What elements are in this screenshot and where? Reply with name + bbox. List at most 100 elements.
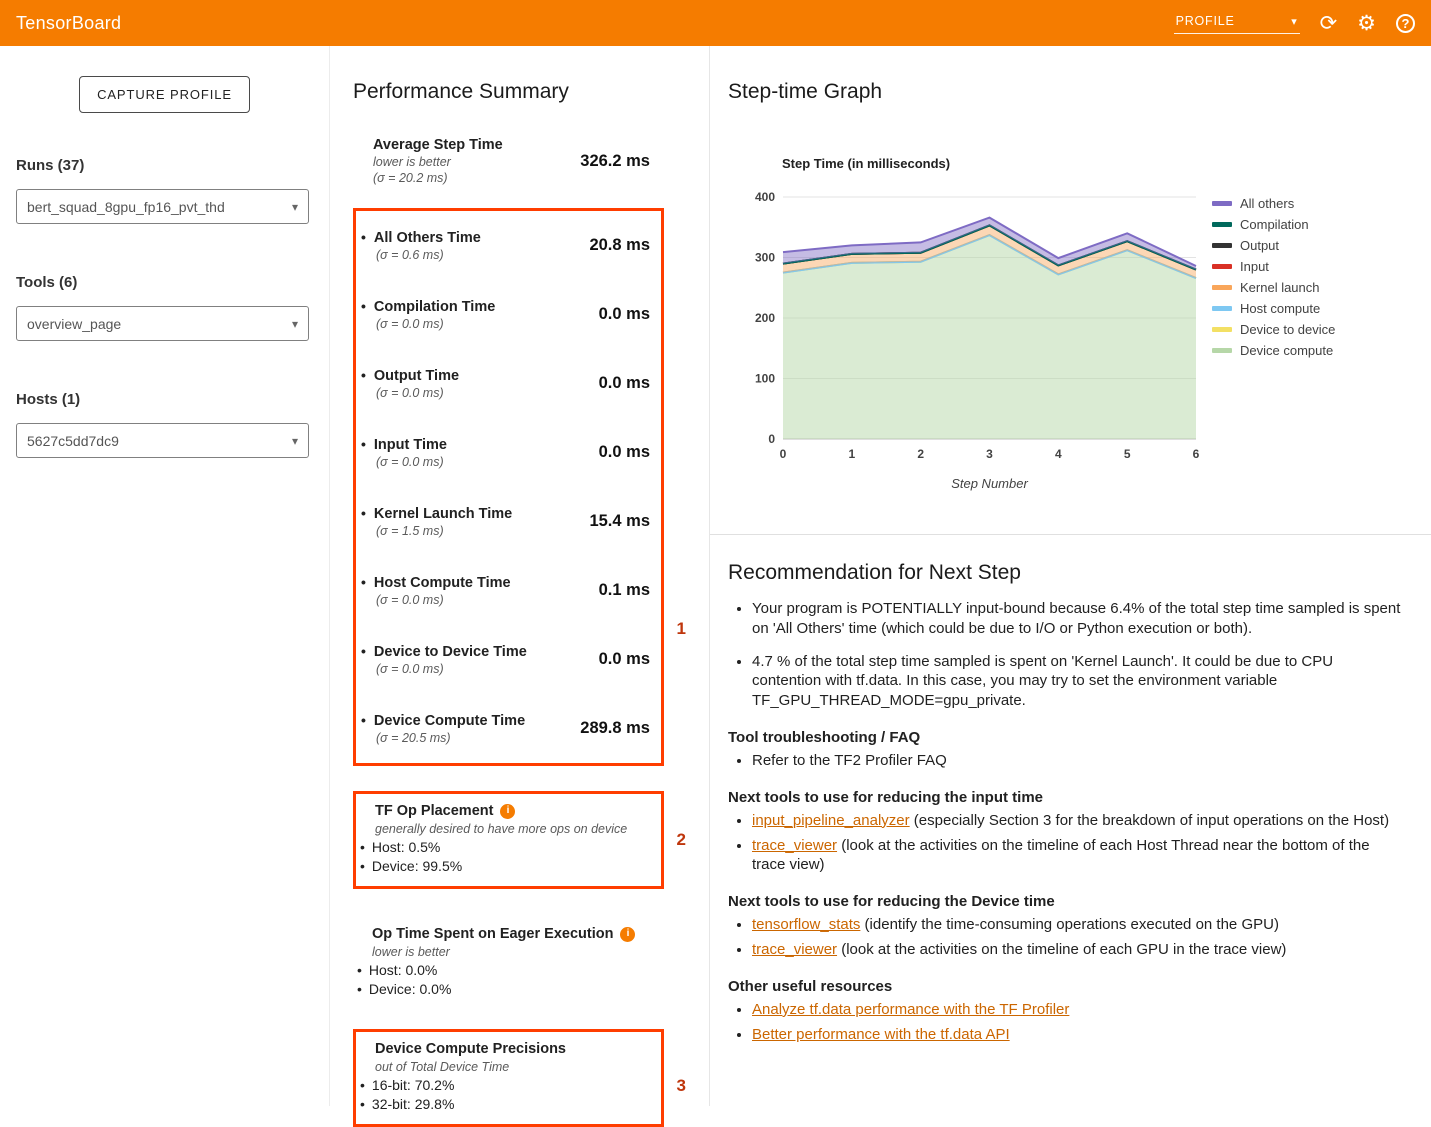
performance-summary-title: Performance Summary [353, 80, 709, 104]
tf-op-placement-title: TF Op Placement i [375, 802, 651, 820]
list-item: trace_viewer (look at the activities on … [752, 836, 1401, 876]
metric-value: 20.8 ms [589, 236, 650, 255]
metric-row: Kernel Launch Time (σ = 1.5 ms) 15.4 ms [356, 487, 661, 556]
annotation-box-2: TF Op Placement i generally desired to h… [353, 791, 664, 889]
legend-swatch [1212, 285, 1232, 290]
legend-item-kernel-launch: Kernel launch [1212, 281, 1335, 293]
metric-sigma: (σ = 20.5 ms) [376, 730, 525, 746]
metric-sigma: (σ = 0.0 ms) [376, 592, 511, 608]
recommendation-statement: Your program is POTENTIALLY input-bound … [752, 599, 1401, 639]
metric-value: 289.8 ms [580, 719, 650, 738]
svg-text:300: 300 [755, 251, 775, 265]
metric-value: 0.0 ms [599, 374, 650, 393]
info-icon[interactable]: i [500, 804, 515, 819]
dashboard-selector[interactable]: PROFILE ▾ [1174, 12, 1300, 34]
list-item: Analyze tf.data performance with the TF … [752, 1000, 1401, 1020]
metric-sigma: (σ = 1.5 ms) [376, 523, 512, 539]
metric-value: 0.0 ms [599, 443, 650, 462]
list-item: 32-bit: 29.8% [360, 1095, 651, 1114]
legend-item-input: Input [1212, 260, 1335, 272]
metric-value: 15.4 ms [589, 512, 650, 531]
metric-sigma: (σ = 0.0 ms) [376, 316, 495, 332]
stacked-area-chart[interactable]: 01002003004000123456Step Number [745, 183, 1200, 495]
legend-item-device-to-device: Device to device [1212, 323, 1335, 335]
reco-subheading-input-tools: Next tools to use for reducing the input… [728, 789, 1401, 806]
metric-name: Average Step Time [373, 136, 503, 154]
metric-name: Output Time [361, 366, 459, 385]
list-item: Device: 0.0% [357, 980, 664, 999]
runs-dropdown-value: bert_squad_8gpu_fp16_pvt_thd [27, 199, 225, 215]
input-pipeline-analyzer-link[interactable]: input_pipeline_analyzer [752, 812, 910, 829]
legend-item-all-others: All others [1212, 197, 1335, 209]
step-time-chart: 01002003004000123456Step Number All othe… [745, 183, 1431, 495]
legend-item-device-compute: Device compute [1212, 344, 1335, 356]
list-item: trace_viewer (look at the activities on … [752, 940, 1401, 960]
trace-viewer-link[interactable]: trace_viewer [752, 941, 837, 958]
legend-label: Kernel launch [1240, 280, 1320, 295]
legend-label: Device to device [1240, 322, 1335, 337]
reco-list-resources: Analyze tf.data performance with the TF … [728, 1000, 1401, 1045]
block-title-text: Op Time Spent on Eager Execution [372, 925, 613, 943]
recommendation-section: Recommendation for Next Step Your progra… [710, 561, 1431, 1044]
block-note: out of Total Device Time [375, 1059, 651, 1076]
tools-dropdown[interactable]: overview_page ▾ [16, 306, 309, 341]
svg-text:4: 4 [1055, 447, 1062, 461]
tfdata-performance-link[interactable]: Analyze tf.data performance with the TF … [752, 1001, 1069, 1018]
list-item-text: (especially Section 3 for the breakdown … [910, 812, 1389, 829]
hosts-label: Hosts (1) [16, 391, 309, 408]
reco-subheading-faq: Tool troubleshooting / FAQ [728, 729, 1401, 746]
info-icon[interactable]: i [620, 927, 635, 942]
hosts-field: Hosts (1) 5627c5dd7dc9 ▾ [16, 391, 309, 458]
metric-value: 0.0 ms [599, 650, 650, 669]
right-panel: Step-time Graph Step Time (in millisecon… [710, 46, 1431, 1106]
list-item: 16-bit: 70.2% [360, 1076, 651, 1095]
trace-viewer-link[interactable]: trace_viewer [752, 837, 837, 854]
metric-row: All Others Time (σ = 0.6 ms) 20.8 ms [356, 211, 661, 280]
legend-swatch [1212, 222, 1232, 227]
runs-label: Runs (37) [16, 157, 309, 174]
svg-text:5: 5 [1124, 447, 1131, 461]
compute-precisions-title: Device Compute Precisions [375, 1040, 651, 1058]
dashboard-selector-value: PROFILE [1176, 14, 1235, 28]
legend-label: Output [1240, 238, 1279, 253]
step-time-graph-section: Step-time Graph Step Time (in millisecon… [710, 46, 1431, 535]
runs-dropdown[interactable]: bert_squad_8gpu_fp16_pvt_thd ▾ [16, 189, 309, 224]
gear-icon[interactable]: ⚙ [1357, 13, 1376, 34]
svg-text:100: 100 [755, 372, 775, 386]
legend-swatch [1212, 306, 1232, 311]
metric-row: Output Time (σ = 0.0 ms) 0.0 ms [356, 349, 661, 418]
metric-value: 326.2 ms [580, 152, 650, 171]
block-note: lower is better [372, 944, 664, 961]
metric-name: Device Compute Time [361, 711, 525, 730]
hosts-dropdown[interactable]: 5627c5dd7dc9 ▾ [16, 423, 309, 458]
annotation-number-1: 1 [677, 619, 686, 639]
recommendation-title: Recommendation for Next Step [728, 561, 1401, 585]
legend-label: Compilation [1240, 217, 1309, 232]
metric-name: Host Compute Time [361, 573, 511, 592]
legend-label: Device compute [1240, 343, 1333, 358]
main-layout: CAPTURE PROFILE Runs (37) bert_squad_8gp… [0, 46, 1431, 1106]
legend-label: Host compute [1240, 301, 1320, 316]
metric-value: 0.1 ms [599, 581, 650, 600]
metric-name: All Others Time [361, 228, 481, 247]
metric-sigma: (σ = 0.6 ms) [376, 247, 481, 263]
average-step-time-row: Average Step Time lower is better (σ = 2… [353, 136, 664, 186]
capture-profile-button[interactable]: CAPTURE PROFILE [79, 76, 250, 113]
reload-icon[interactable]: ⟳ [1320, 13, 1338, 34]
svg-text:0: 0 [780, 447, 787, 461]
help-icon[interactable]: ? [1396, 14, 1415, 33]
metric-sigma: (σ = 0.0 ms) [376, 454, 447, 470]
recommendation-statement: 4.7 % of the total step time sampled is … [752, 652, 1401, 711]
metric-row: Device Compute Time (σ = 20.5 ms) 289.8 … [356, 694, 661, 763]
tfdata-api-link[interactable]: Better performance with the tf.data API [752, 1026, 1010, 1043]
legend-swatch [1212, 201, 1232, 206]
tools-dropdown-value: overview_page [27, 316, 121, 332]
list-item: tensorflow_stats (identify the time-cons… [752, 915, 1401, 935]
hosts-dropdown-value: 5627c5dd7dc9 [27, 433, 119, 449]
list-item-text: Refer to the TF2 Profiler FAQ [752, 752, 947, 769]
list-item: Better performance with the tf.data API [752, 1025, 1401, 1045]
chevron-down-icon: ▾ [292, 200, 298, 214]
metric-note: lower is better [373, 154, 503, 170]
recommendation-statements: Your program is POTENTIALLY input-bound … [728, 599, 1401, 711]
tensorflow-stats-link[interactable]: tensorflow_stats [752, 916, 860, 933]
